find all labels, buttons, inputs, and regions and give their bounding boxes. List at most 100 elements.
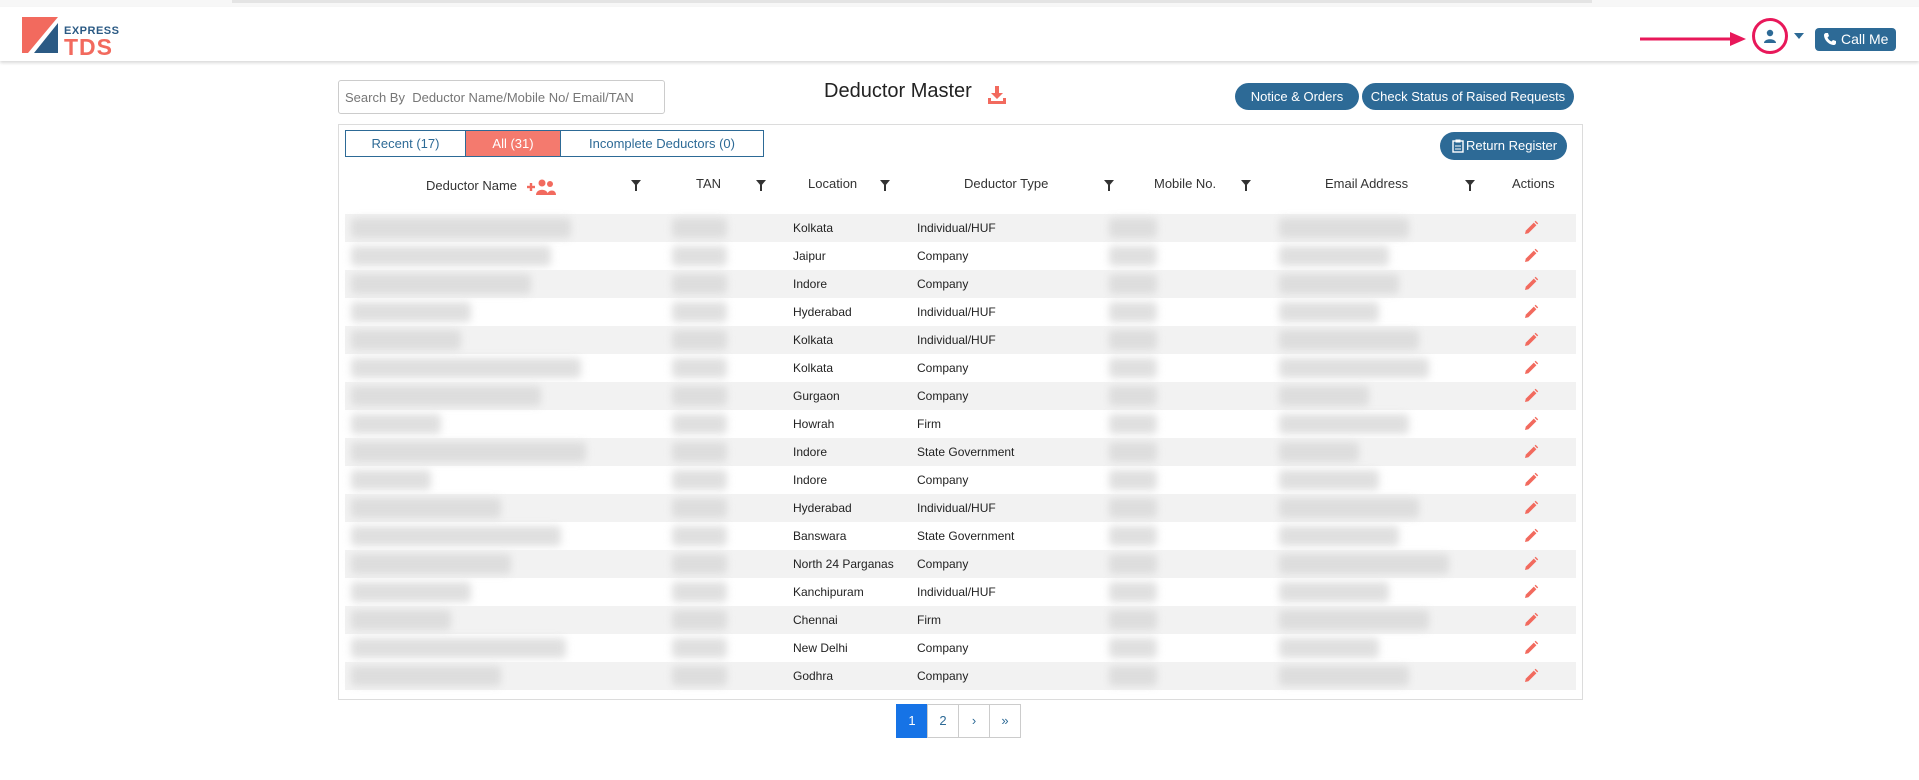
table-row[interactable]: Howrah Firm <box>345 410 1576 438</box>
filter-icon[interactable] <box>756 180 766 191</box>
deductor-type-cell: Individual/HUF <box>917 501 996 515</box>
redacted-deductor-name <box>351 414 441 434</box>
location-cell: Hyderabad <box>793 501 852 515</box>
redacted-deductor-name <box>351 610 451 630</box>
redacted-tan <box>672 666 727 686</box>
pencil-icon[interactable] <box>1523 388 1539 404</box>
deductor-type-cell: Individual/HUF <box>917 333 996 347</box>
redacted-mobile <box>1109 666 1157 686</box>
redacted-tan <box>672 554 727 574</box>
table-row[interactable]: Kolkata Company <box>345 354 1576 382</box>
table-row[interactable]: Kanchipuram Individual/HUF <box>345 578 1576 606</box>
column-header-deductor-name[interactable]: Deductor Name <box>426 178 517 193</box>
tab-all[interactable]: All (31) <box>465 130 561 157</box>
filter-icon[interactable] <box>1241 180 1251 191</box>
table-row[interactable]: Gurgaon Company <box>345 382 1576 410</box>
page-1-button[interactable]: 1 <box>896 704 928 738</box>
tab-recent[interactable]: Recent (17) <box>345 130 466 157</box>
deductor-type-cell: Individual/HUF <box>917 305 996 319</box>
filter-icon[interactable] <box>880 180 890 191</box>
pencil-icon[interactable] <box>1523 332 1539 348</box>
location-cell: Indore <box>793 277 828 291</box>
filter-icon[interactable] <box>631 180 641 191</box>
table-row[interactable]: Banswara State Government <box>345 522 1576 550</box>
location-cell: New Delhi <box>793 641 848 655</box>
pencil-icon[interactable] <box>1523 528 1539 544</box>
pencil-icon[interactable] <box>1523 360 1539 376</box>
tab-incomplete-deductors[interactable]: Incomplete Deductors (0) <box>560 130 764 157</box>
user-icon <box>1764 29 1776 43</box>
table-row[interactable]: Indore State Government <box>345 438 1576 466</box>
column-header-location[interactable]: Location <box>808 176 857 191</box>
deductor-type-cell: Firm <box>917 613 941 627</box>
last-page-button[interactable]: » <box>989 704 1021 738</box>
return-register-label: Return Register <box>1466 138 1558 153</box>
next-page-button[interactable]: › <box>958 704 990 738</box>
redacted-tan <box>672 442 727 462</box>
table-row[interactable]: Indore Company <box>345 270 1576 298</box>
call-me-button[interactable]: Call Me <box>1815 28 1896 51</box>
pencil-icon[interactable] <box>1523 556 1539 572</box>
deductor-type-cell: Company <box>917 557 969 571</box>
redacted-mobile <box>1109 274 1157 294</box>
table-row[interactable]: New Delhi Company <box>345 634 1576 662</box>
redacted-mobile <box>1109 302 1157 322</box>
pencil-icon[interactable] <box>1523 584 1539 600</box>
pencil-icon[interactable] <box>1523 416 1539 432</box>
pencil-icon[interactable] <box>1523 500 1539 516</box>
deductor-table-body: Kolkata Individual/HUF Jaipur Company In… <box>345 214 1576 690</box>
pencil-icon[interactable] <box>1523 640 1539 656</box>
table-row[interactable]: Indore Company <box>345 466 1576 494</box>
redacted-email <box>1279 554 1449 574</box>
pencil-icon[interactable] <box>1523 612 1539 628</box>
deductor-type-cell: Company <box>917 249 969 263</box>
table-row[interactable]: Hyderabad Individual/HUF <box>345 494 1576 522</box>
search-input[interactable] <box>338 80 665 114</box>
column-header-email[interactable]: Email Address <box>1325 176 1408 191</box>
pencil-icon[interactable] <box>1523 472 1539 488</box>
pencil-icon[interactable] <box>1523 248 1539 264</box>
table-row[interactable]: North 24 Parganas Company <box>345 550 1576 578</box>
table-row[interactable]: Hyderabad Individual/HUF <box>345 298 1576 326</box>
deductor-type-cell: State Government <box>917 529 1015 543</box>
express-tds-logo[interactable]: EXPRESS TDS <box>22 17 132 61</box>
page-2-button[interactable]: 2 <box>927 704 959 738</box>
redacted-email <box>1279 610 1429 630</box>
column-header-mobile[interactable]: Mobile No. <box>1154 176 1216 191</box>
location-cell: Banswara <box>793 529 847 543</box>
redacted-email <box>1279 358 1429 378</box>
filter-icon[interactable] <box>1465 180 1475 191</box>
redacted-mobile <box>1109 246 1157 266</box>
column-header-tan[interactable]: TAN <box>696 176 721 191</box>
return-register-button[interactable]: Return Register <box>1440 132 1567 160</box>
redacted-mobile <box>1109 442 1157 462</box>
pencil-icon[interactable] <box>1523 220 1539 236</box>
pencil-icon[interactable] <box>1523 276 1539 292</box>
call-me-label: Call Me <box>1841 31 1889 47</box>
filter-icon[interactable] <box>1104 180 1114 191</box>
add-user-icon[interactable] <box>526 178 556 196</box>
table-row[interactable]: Jaipur Company <box>345 242 1576 270</box>
table-row[interactable]: Kolkata Individual/HUF <box>345 214 1576 242</box>
table-row[interactable]: Kolkata Individual/HUF <box>345 326 1576 354</box>
download-icon[interactable] <box>986 84 1008 106</box>
notice-orders-button[interactable]: Notice & Orders <box>1235 83 1359 110</box>
deductor-type-cell: Company <box>917 641 969 655</box>
pencil-icon[interactable] <box>1523 668 1539 684</box>
redacted-tan <box>672 638 727 658</box>
redacted-deductor-name <box>351 554 511 574</box>
redacted-tan <box>672 470 727 490</box>
chevron-down-icon[interactable] <box>1794 33 1804 39</box>
table-row[interactable]: Chennai Firm <box>345 606 1576 634</box>
pencil-icon[interactable] <box>1523 304 1539 320</box>
table-row[interactable]: Godhra Company <box>345 662 1576 690</box>
redacted-deductor-name <box>351 330 461 350</box>
column-header-deductor-type[interactable]: Deductor Type <box>964 176 1048 191</box>
deductor-type-cell: Individual/HUF <box>917 221 996 235</box>
location-cell: Indore <box>793 473 828 487</box>
redacted-email <box>1279 582 1389 602</box>
check-status-button[interactable]: Check Status of Raised Requests <box>1362 83 1574 110</box>
column-header-actions: Actions <box>1512 176 1555 191</box>
user-menu-button[interactable] <box>1752 18 1788 54</box>
pencil-icon[interactable] <box>1523 444 1539 460</box>
